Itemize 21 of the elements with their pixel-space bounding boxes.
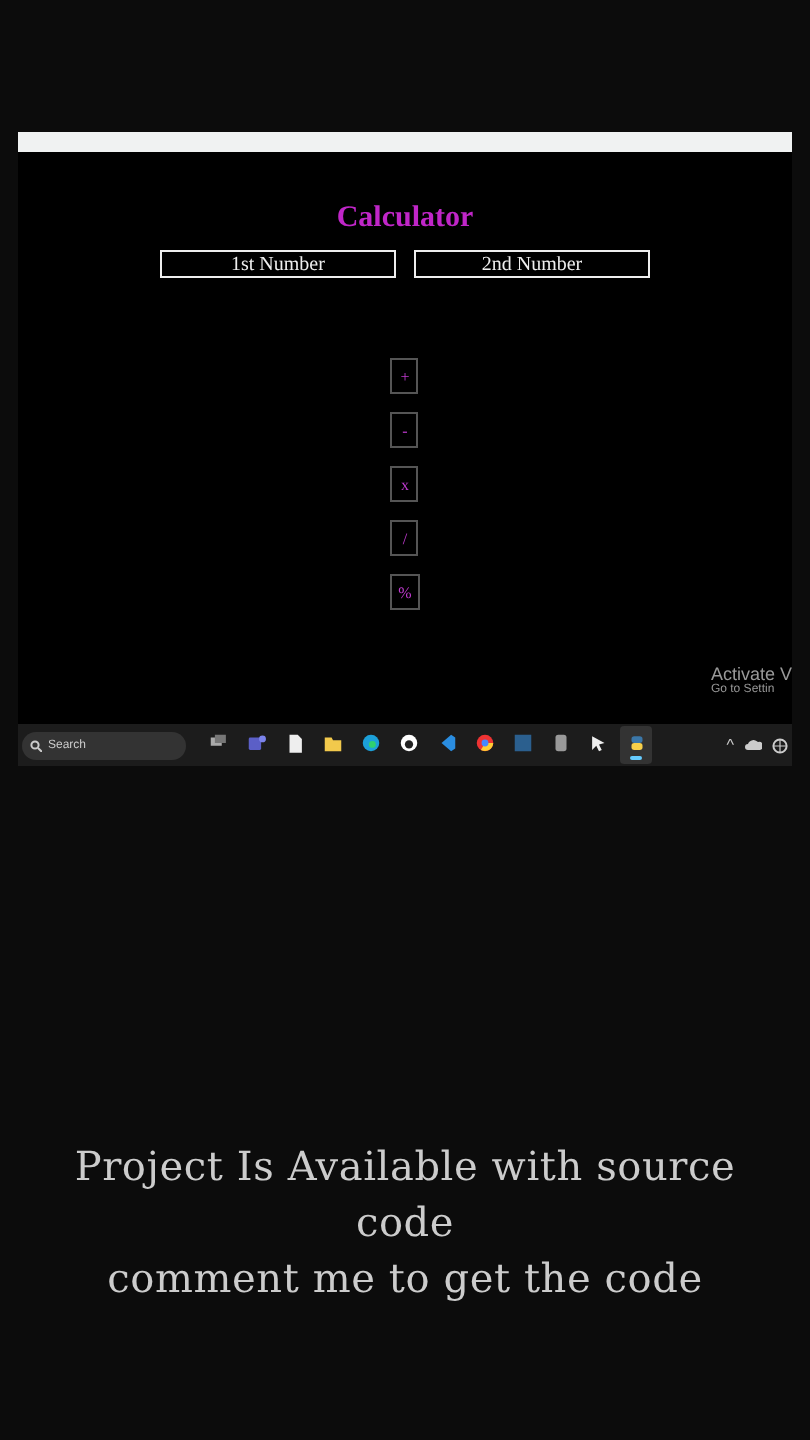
taskbar-app[interactable] — [620, 726, 652, 764]
operator-button[interactable]: / — [390, 520, 419, 556]
globe-icon[interactable] — [772, 737, 788, 753]
search-icon — [30, 739, 42, 751]
browser-icon — [359, 731, 381, 753]
browser-icon — [473, 731, 495, 753]
cloud-icon[interactable] — [744, 738, 762, 752]
database-icon — [549, 731, 571, 753]
operator-button[interactable]: + — [390, 358, 419, 394]
app-icon — [511, 731, 533, 753]
number-field[interactable]: 1st Number — [160, 250, 396, 278]
cursor-icon — [587, 731, 609, 753]
activation-title: Activate V — [710, 664, 792, 684]
operator-button[interactable]: % — [390, 574, 420, 610]
operator-button[interactable]: x — [390, 466, 419, 502]
people-icon — [245, 731, 267, 753]
caption-line: comment me to get the code — [105, 1252, 705, 1306]
calculator-title: Calculator — [336, 200, 474, 236]
number-field[interactable]: 2nd Number — [414, 250, 650, 278]
operator-button[interactable]: - — [390, 412, 419, 448]
tray-caret[interactable]: ^ — [726, 736, 734, 754]
